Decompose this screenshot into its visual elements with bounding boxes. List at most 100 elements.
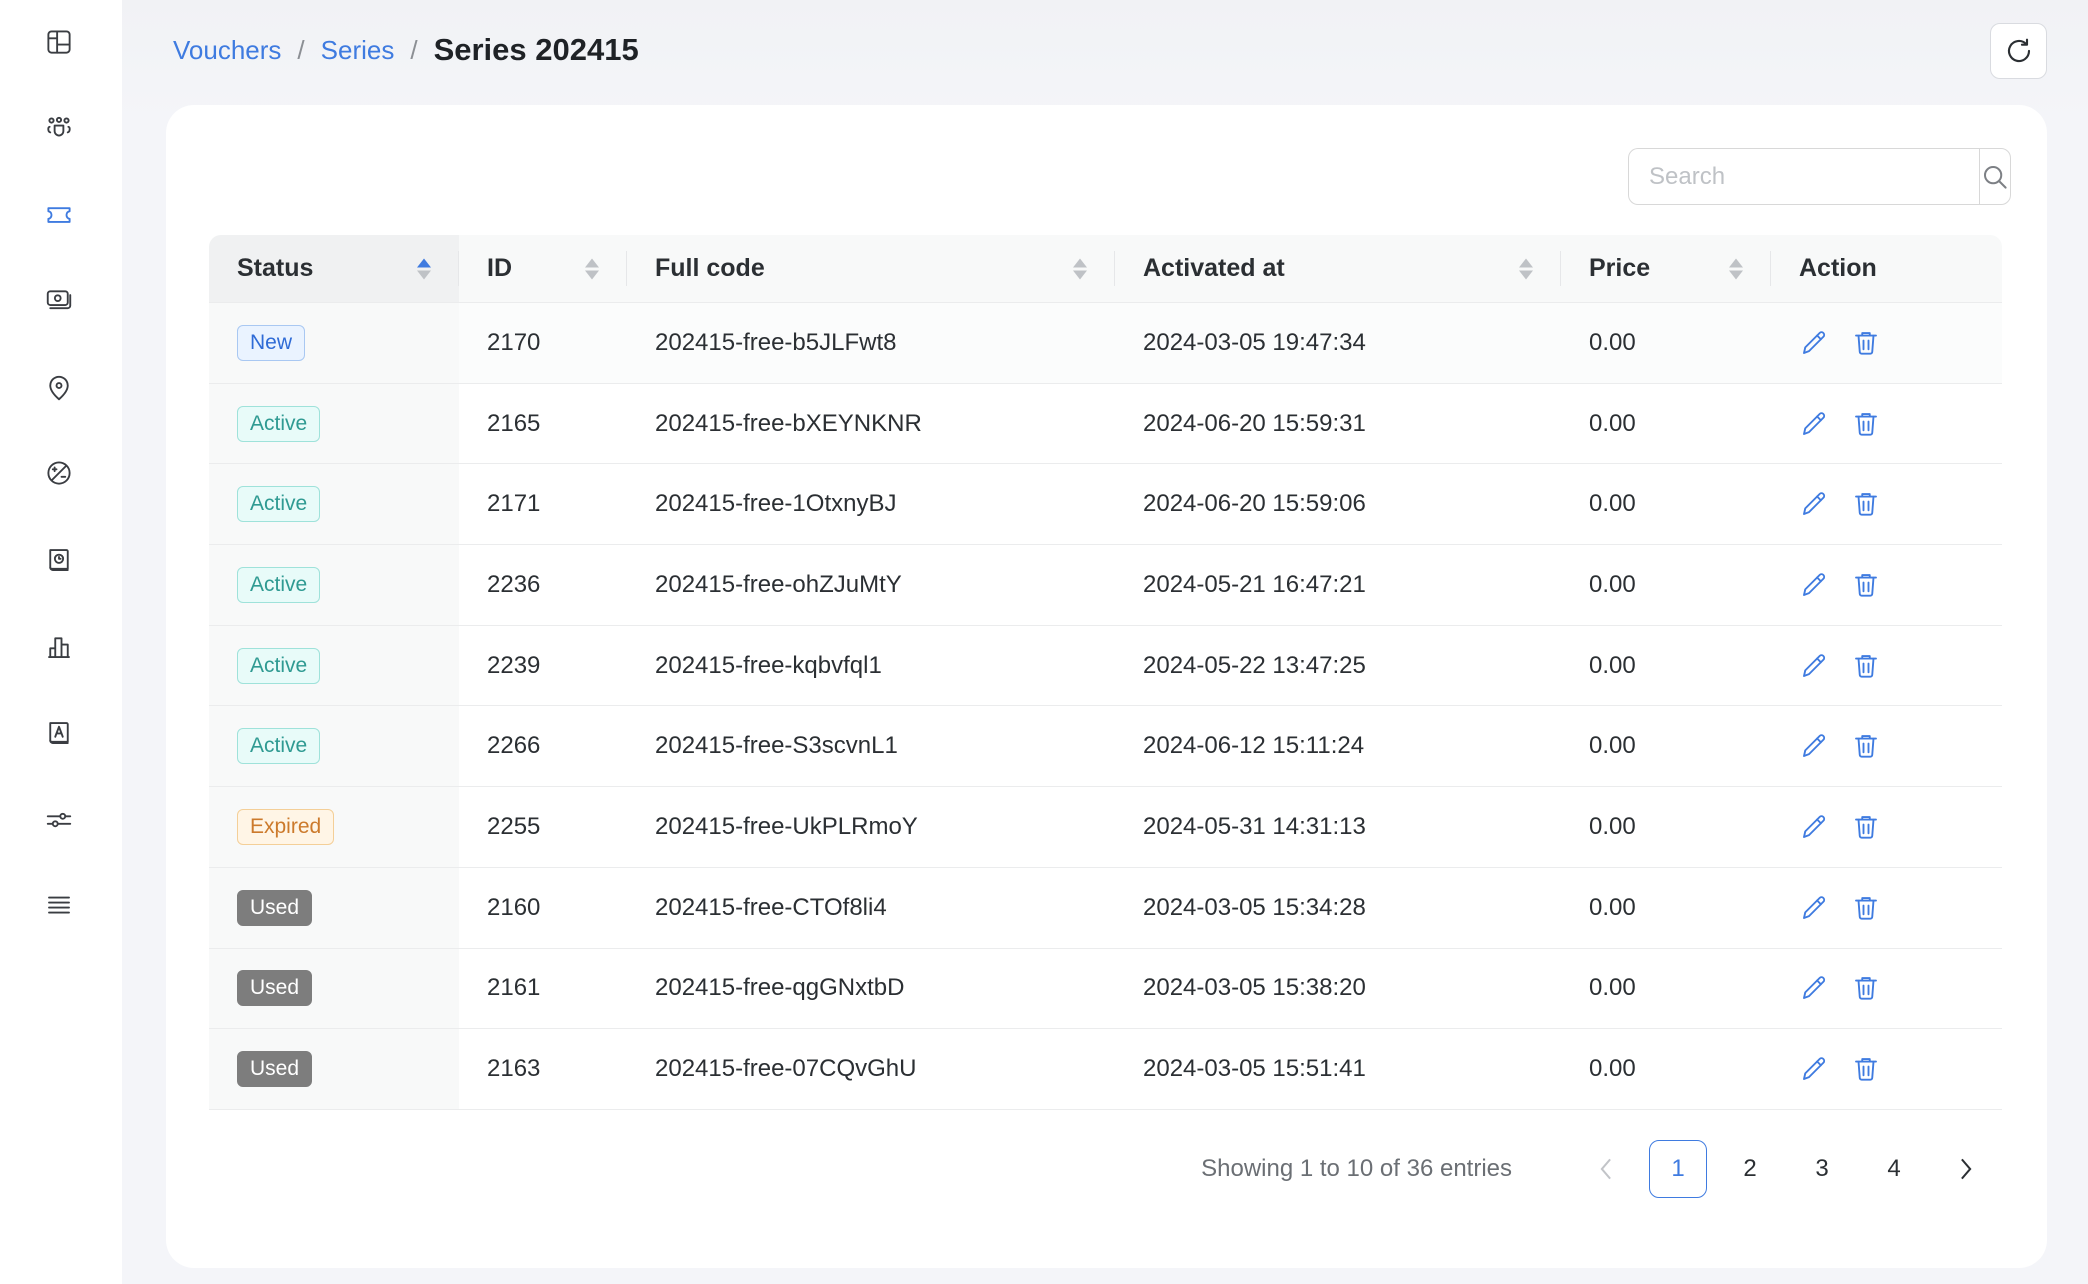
sidebar-item-location-pin[interactable] [39,368,79,408]
search-box [1628,148,2011,205]
edit-icon[interactable] [1799,893,1829,923]
column-header-full-code[interactable]: Full code [627,235,1115,303]
delete-icon[interactable] [1851,973,1881,1003]
sidebar-item-log-book-clock[interactable] [39,540,79,580]
sidebar-item-ticket-voucher[interactable] [39,195,79,235]
sidebar-item-font-book[interactable] [39,713,79,753]
status-badge: Used [237,1051,313,1088]
breadcrumb-separator: / [410,34,418,65]
table-row: Active 2239 202415-free-kqbvfql1 2024-05-22… [209,625,2002,707]
page-button-4[interactable]: 4 [1865,1140,1923,1198]
delete-icon[interactable] [1851,1054,1881,1084]
column-header-status[interactable]: Status [209,235,459,303]
refresh-button[interactable] [1990,23,2047,79]
sort-icon[interactable] [417,258,431,279]
sidebar-item-discount-percent[interactable] [39,453,79,493]
sidebar-item-money-cash[interactable] [39,280,79,320]
table-row: Used 2161 202415-free-qgGNxtbD 2024-03-05 1… [209,948,2002,1030]
activated-at-cell: 2024-06-20 15:59:06 [1115,464,1561,546]
status-badge: Active [237,486,321,523]
column-header-label: Full code [655,254,765,282]
column-header-activated-at[interactable]: Activated at [1115,235,1561,303]
sort-icon[interactable] [585,258,599,279]
price-cell: 0.00 [1561,384,1771,465]
table-header-row: Status ID Full code Activated at Price Action [209,235,2002,303]
delete-icon[interactable] [1851,409,1881,439]
search-button[interactable] [1979,148,2011,205]
delete-icon[interactable] [1851,328,1881,358]
column-header-label: ID [487,254,512,282]
next-page-button[interactable] [1937,1140,1995,1198]
activated-at-cell: 2024-03-05 15:34:28 [1115,868,1561,949]
id-cell: 2171 [459,464,627,546]
action-cell [1771,303,2002,384]
column-header-price[interactable]: Price [1561,235,1771,303]
full-code-cell: 202415-free-1OtxnyBJ [627,464,1115,546]
sidebar-item-menu-lines[interactable] [39,885,79,925]
refresh-icon [2003,35,2035,67]
delete-icon[interactable] [1851,651,1881,681]
edit-icon[interactable] [1799,328,1829,358]
price-cell: 0.00 [1561,1029,1771,1110]
sidebar-item-users-group[interactable] [39,108,79,148]
breadcrumb-separator: / [297,34,305,65]
status-badge: New [237,324,306,361]
sort-icon[interactable] [1073,258,1087,279]
id-cell: 2160 [459,868,627,949]
edit-icon[interactable] [1799,409,1829,439]
column-header-label: Status [237,254,314,282]
price-cell: 0.00 [1561,464,1771,546]
edit-icon[interactable] [1799,812,1829,842]
delete-icon[interactable] [1851,489,1881,519]
full-code-cell: 202415-free-S3scvnL1 [627,706,1115,788]
table-row: Used 2163 202415-free-07CQvGhU 2024-03-05 1… [209,1029,2002,1110]
edit-icon[interactable] [1799,731,1829,761]
pagination: Showing 1 to 10 of 36 entries 1234 [166,1140,2002,1198]
id-cell: 2165 [459,384,627,465]
edit-icon[interactable] [1799,489,1829,519]
page-button-2[interactable]: 2 [1721,1140,1779,1198]
breadcrumb-series-link[interactable]: Series [321,35,395,66]
edit-icon[interactable] [1799,973,1829,1003]
breadcrumb-vouchers-link[interactable]: Vouchers [173,35,281,66]
prev-page-button[interactable] [1577,1140,1635,1198]
sort-icon[interactable] [1519,258,1533,279]
sidebar-item-bar-chart[interactable] [39,627,79,667]
edit-icon[interactable] [1799,570,1829,600]
column-header-id[interactable]: ID [459,235,627,303]
search-input[interactable] [1628,148,1979,205]
activated-at-cell: 2024-06-20 15:59:31 [1115,384,1561,465]
delete-icon[interactable] [1851,812,1881,842]
delete-icon[interactable] [1851,731,1881,761]
sidebar-item-dashboard-layout[interactable] [39,22,79,62]
delete-icon[interactable] [1851,893,1881,923]
status-cell: Active [209,706,459,788]
edit-icon[interactable] [1799,1054,1829,1084]
table-row: Active 2171 202415-free-1OtxnyBJ 2024-06-20… [209,464,2002,546]
action-cell [1771,464,2002,546]
delete-icon[interactable] [1851,570,1881,600]
full-code-cell: 202415-free-bXEYNKNR [627,384,1115,465]
table-row: Active 2266 202415-free-S3scvnL1 2024-06-12… [209,706,2002,788]
action-cell [1771,1029,2002,1110]
id-cell: 2170 [459,303,627,384]
edit-icon[interactable] [1799,651,1829,681]
id-cell: 2163 [459,1029,627,1110]
sidebar-item-sliders-settings[interactable] [39,800,79,840]
id-cell: 2255 [459,787,627,868]
page-button-3[interactable]: 3 [1793,1140,1851,1198]
sort-icon[interactable] [1729,258,1743,279]
page-button-1[interactable]: 1 [1649,1140,1707,1198]
status-badge: Used [237,970,313,1007]
status-badge: Active [237,728,321,765]
column-header-label: Action [1799,254,1877,282]
ticket-voucher-icon [44,200,74,230]
action-cell [1771,787,2002,868]
money-cash-icon [44,285,74,315]
bar-chart-icon [44,632,74,662]
full-code-cell: 202415-free-CTOf8li4 [627,868,1115,949]
table-row: New 2170 202415-free-b5JLFwt8 2024-03-05 19… [209,303,2002,384]
action-cell [1771,949,2002,1030]
price-cell: 0.00 [1561,787,1771,868]
full-code-cell: 202415-free-ohZJuMtY [627,545,1115,626]
